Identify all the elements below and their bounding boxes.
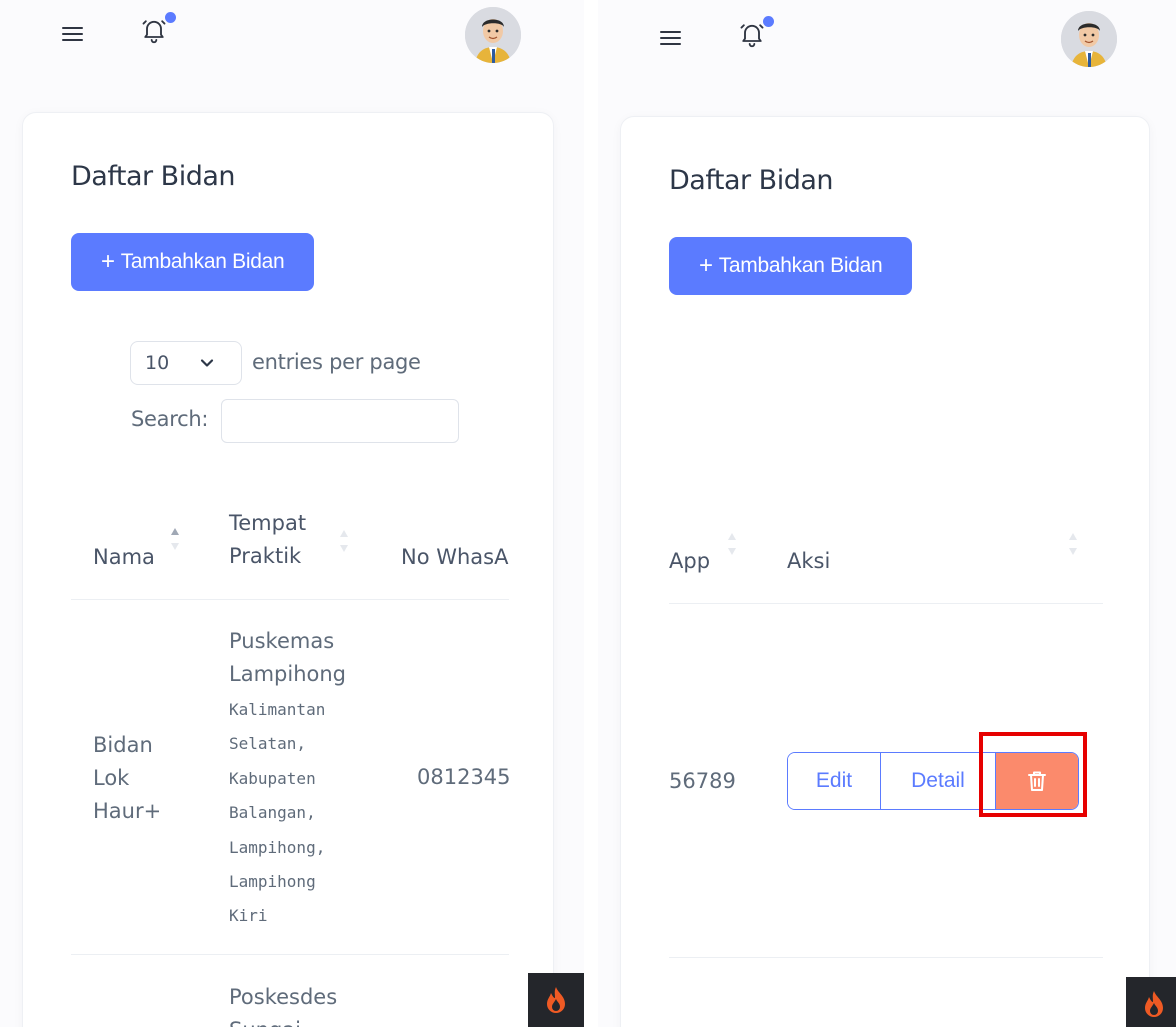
add-bidan-button[interactable]: + Tambahkan Bidan [71,233,315,291]
entries-per-page-select[interactable]: 10 [130,341,242,385]
fire-icon[interactable] [528,973,584,1027]
bidan-list-card: Daftar Bidan + Tambahkan Bidan 10 entrie… [22,112,554,1027]
entries-value: 10 [145,352,170,374]
column-header-app[interactable]: App [669,545,710,578]
cell-no-whatsapp: 0812345 [417,765,509,789]
notification-bell-icon[interactable] [738,16,774,48]
plus-icon: + [101,248,115,275]
column-header-no-whatsapp[interactable]: No WhasA [401,541,509,574]
plus-icon: + [699,252,713,279]
page-title: Daftar Bidan [71,161,236,192]
notification-dot [763,16,774,27]
column-header-nama[interactable]: Nama [93,541,155,574]
add-bidan-label: Tambahkan Bidan [718,254,883,277]
notification-bell-icon[interactable] [140,12,176,44]
top-navbar [598,0,1176,80]
add-bidan-label: Tambahkan Bidan [120,250,285,273]
sort-icon[interactable] [726,531,738,557]
column-header-tempat-praktik[interactable]: Tempat Praktik [229,507,306,573]
user-avatar[interactable] [465,7,521,63]
top-navbar [0,0,584,80]
header-divider [71,599,509,600]
notification-dot [165,12,176,23]
right-screen: Daftar Bidan + Tambahkan Bidan App Aksi … [598,0,1176,1027]
header-divider [669,603,1103,604]
entries-per-page-label: entries per page [252,350,421,374]
screen-divider [584,0,598,1027]
column-header-aksi[interactable]: Aksi [787,545,830,578]
hamburger-menu-icon[interactable] [658,27,684,49]
cell-tempat-praktik: Poskesdes Sungai [229,985,338,1027]
left-screen: Daftar Bidan + Tambahkan Bidan 10 entrie… [0,0,584,1027]
search-input[interactable] [221,399,459,443]
cell-nama: Bidan Lok Haur+ [93,733,162,823]
hamburger-menu-icon[interactable] [60,23,86,45]
delete-button-highlight [979,732,1087,817]
page-title: Daftar Bidan [669,165,834,196]
user-avatar[interactable] [1061,11,1117,67]
sort-icon[interactable] [338,528,350,554]
search-label: Search: [131,407,209,431]
fire-icon[interactable] [1126,977,1176,1027]
edit-button[interactable]: Edit [788,753,881,809]
cell-app: 56789 [669,769,736,793]
cell-tempat-praktik: Puskemas Lampihong [229,629,346,686]
row-divider [71,954,509,955]
sort-icon[interactable] [1067,531,1079,557]
chevron-down-icon [200,359,214,367]
add-bidan-button[interactable]: + Tambahkan Bidan [669,237,913,295]
bidan-list-card: Daftar Bidan + Tambahkan Bidan App Aksi … [620,116,1150,1027]
row-divider [669,957,1103,958]
cell-alamat: Kalimantan Selatan, Kabupaten Balangan, … [229,700,326,926]
sort-icon[interactable] [169,526,181,552]
